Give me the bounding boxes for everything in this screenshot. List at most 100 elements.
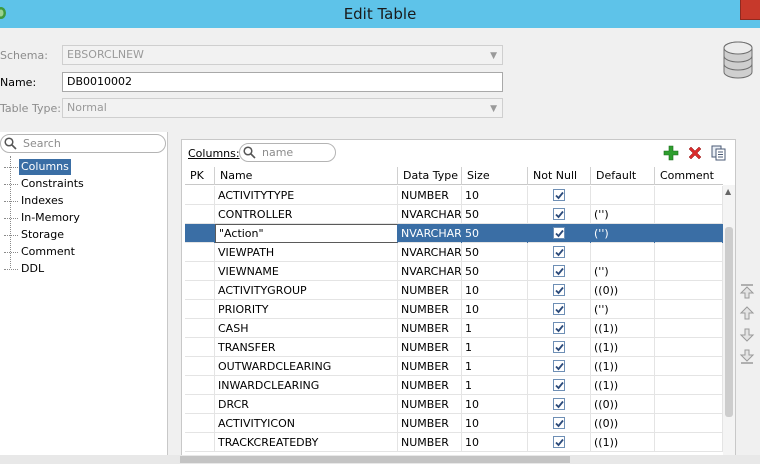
cell-name[interactable]: PRIORITY [215,300,398,319]
cell-name[interactable]: ACTIVITYGROUP [215,281,398,300]
table-row[interactable]: ACTIVITYICON NUMBER 10 ((0)) [185,414,723,433]
not-null-checkbox[interactable] [553,265,565,277]
cell-name[interactable]: VIEWPATH [215,243,398,262]
cell-size[interactable]: 1 [462,357,528,376]
table-row[interactable]: TRACKCREATEDBY NUMBER 10 ((1)) [185,433,723,452]
cell-type[interactable]: NUMBER [398,319,462,338]
cell-type[interactable]: NUMBER [398,433,462,452]
not-null-checkbox[interactable] [553,303,565,315]
header-default[interactable]: Default [591,167,655,185]
cell-pk[interactable] [185,262,215,281]
remove-column-icon[interactable] [687,145,703,161]
cell-default[interactable]: ((1)) [591,338,655,357]
table-row[interactable]: ACTIVITYTYPE NUMBER 10 [185,186,723,205]
cell-default[interactable]: ((0)) [591,281,655,300]
header-size[interactable]: Size [462,167,528,185]
cell-pk[interactable] [185,376,215,395]
cell-default[interactable]: ('') [591,224,655,243]
cell-pk[interactable] [185,433,215,452]
cell-comment[interactable] [655,433,723,452]
cell-size[interactable]: 1 [462,338,528,357]
header-not-null[interactable]: Not Null [528,167,591,185]
cell-size[interactable]: 50 [462,243,528,262]
cell-size[interactable]: 10 [462,414,528,433]
move-top-icon[interactable] [739,283,755,299]
not-null-checkbox[interactable] [553,284,565,296]
cell-pk[interactable] [185,224,215,243]
not-null-checkbox[interactable] [553,417,565,429]
table-row[interactable]: "Action"NVARCHAR250 ('') [185,224,723,243]
search-input[interactable]: Search [0,134,166,153]
cell-size[interactable]: 50 [462,262,528,281]
cell-comment[interactable] [655,414,723,433]
cell-size[interactable]: 1 [462,319,528,338]
horizontal-scroll-thumb[interactable] [180,456,570,463]
not-null-checkbox[interactable] [553,208,565,220]
cell-type[interactable]: NUMBER [398,376,462,395]
table-row[interactable]: INWARDCLEARING NUMBER 1 ((1)) [185,376,723,395]
cell-type[interactable]: NUMBER [398,281,462,300]
scroll-up-icon[interactable]: ▲ [725,187,731,196]
not-null-checkbox[interactable] [553,341,565,353]
cell-size[interactable]: 1 [462,376,528,395]
table-row[interactable]: VIEWPATHNVARCHAR250 [185,243,723,262]
cell-comment[interactable] [655,357,723,376]
cell-name[interactable]: CASH [215,319,398,338]
cell-comment[interactable] [655,319,723,338]
header-comment[interactable]: Comment [655,167,723,185]
copy-icon[interactable] [711,145,727,161]
table-type-select[interactable]: Normal ▼ [62,98,503,118]
not-null-checkbox[interactable] [553,436,565,448]
cell-default[interactable]: ((1)) [591,433,655,452]
horizontal-scrollbar[interactable] [0,455,760,464]
cell-name[interactable]: VIEWNAME [215,262,398,281]
cell-name[interactable]: TRACKCREATEDBY [215,433,398,452]
table-row[interactable]: TRANSFER NUMBER 1 ((1)) [185,338,723,357]
table-row[interactable]: DRCR NUMBER 10 ((0)) [185,395,723,414]
table-row[interactable]: ACTIVITYGROUP NUMBER 10 ((0)) [185,281,723,300]
not-null-checkbox[interactable] [553,398,565,410]
cell-type[interactable]: NUMBER [398,414,462,433]
cell-type[interactable]: NUMBER [398,186,462,205]
header-pk[interactable]: PK [185,167,215,185]
header-data-type[interactable]: Data Type [398,167,462,185]
cell-comment[interactable] [655,395,723,414]
move-bottom-icon[interactable] [739,349,755,365]
cell-default[interactable]: ('') [591,205,655,224]
cell-name[interactable]: TRANSFER [215,338,398,357]
cell-comment[interactable] [655,224,723,243]
cell-type[interactable]: NUMBER [398,300,462,319]
header-name[interactable]: Name [215,167,398,185]
not-null-checkbox[interactable] [553,379,565,391]
cell-pk[interactable] [185,205,215,224]
cell-pk[interactable] [185,338,215,357]
cell-comment[interactable] [655,338,723,357]
cell-name[interactable]: INWARDCLEARING [215,376,398,395]
not-null-checkbox[interactable] [553,189,565,201]
cell-default[interactable] [591,186,655,205]
cell-default[interactable]: ('') [591,300,655,319]
cell-pk[interactable] [185,395,215,414]
cell-comment[interactable] [655,243,723,262]
cell-pk[interactable] [185,319,215,338]
cell-name[interactable]: ACTIVITYTYPE [215,186,398,205]
cell-name[interactable]: "Action" [215,224,398,243]
cell-default[interactable]: ((0)) [591,414,655,433]
cell-comment[interactable] [655,300,723,319]
cell-default[interactable]: ((1)) [591,319,655,338]
cell-pk[interactable] [185,243,215,262]
name-field[interactable]: DB0010002 [62,72,503,92]
cell-pk[interactable] [185,414,215,433]
cell-pk[interactable] [185,357,215,376]
cell-type[interactable]: NVARCHAR2 [398,262,462,281]
cell-pk[interactable] [185,300,215,319]
cell-comment[interactable] [655,376,723,395]
cell-comment[interactable] [655,186,723,205]
cell-name[interactable]: DRCR [215,395,398,414]
move-up-icon[interactable] [739,305,755,321]
cell-type[interactable]: NVARCHAR2 [398,224,462,243]
cell-comment[interactable] [655,205,723,224]
scroll-thumb[interactable] [725,227,733,417]
cell-type[interactable]: NUMBER [398,357,462,376]
table-row[interactable]: PRIORITY NUMBER 10 ('') [185,300,723,319]
